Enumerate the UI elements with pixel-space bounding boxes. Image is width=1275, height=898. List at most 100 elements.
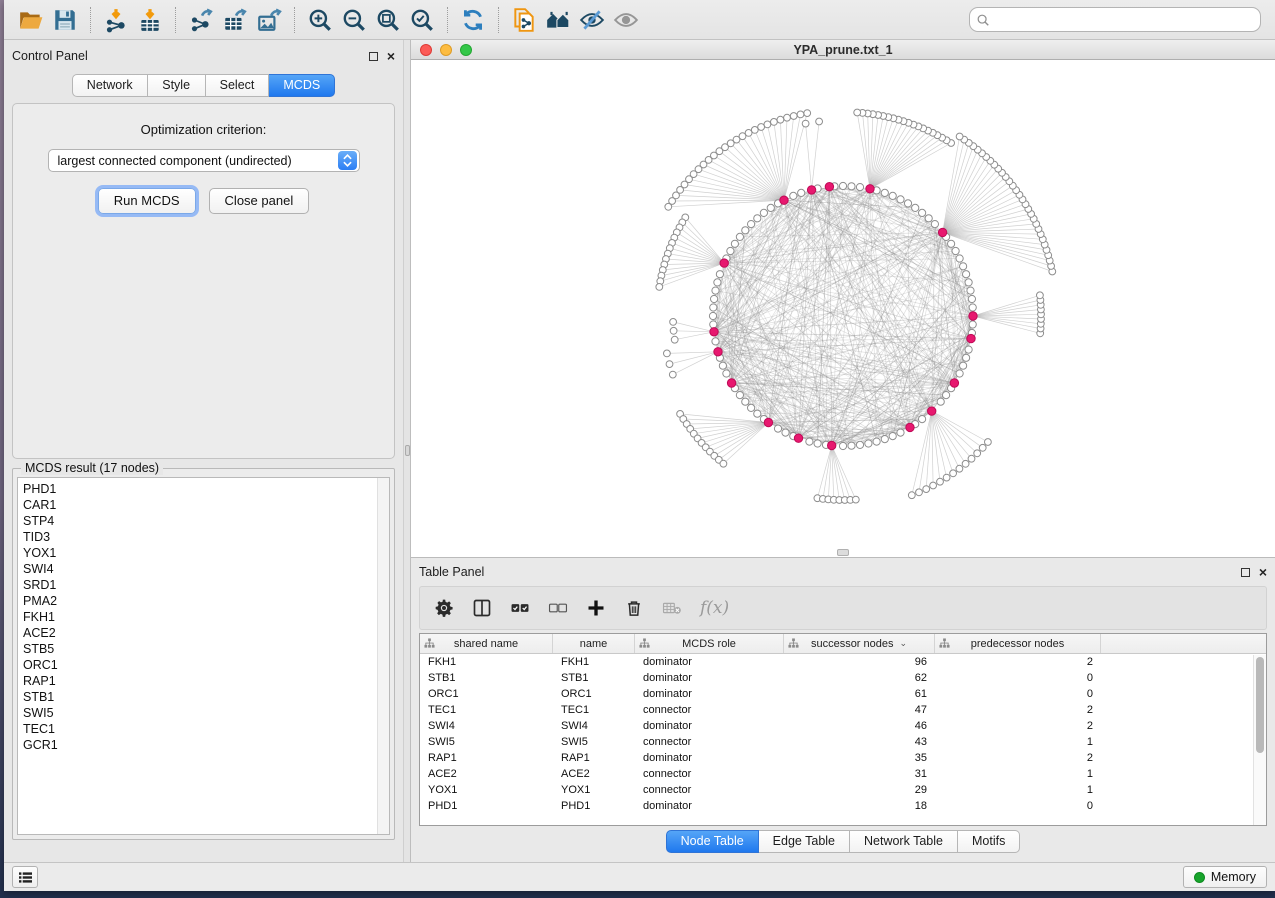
search-input[interactable] bbox=[994, 13, 1254, 27]
float-panel-icon[interactable] bbox=[369, 52, 378, 61]
table-row[interactable]: PHD1PHD1dominator180 bbox=[420, 798, 1266, 814]
table-tab-motifs[interactable]: Motifs bbox=[958, 830, 1020, 853]
result-list-item[interactable]: ACE2 bbox=[23, 625, 377, 641]
deselect-all-button[interactable] bbox=[548, 598, 568, 618]
add-column-button[interactable] bbox=[586, 598, 606, 618]
hide-selected-icon bbox=[579, 7, 605, 33]
column-header-successor-nodes[interactable]: successor nodes⌄ bbox=[784, 634, 935, 653]
tab-mcds[interactable]: MCDS bbox=[269, 74, 335, 97]
table-options-button[interactable] bbox=[434, 598, 454, 618]
column-header-mcds-role[interactable]: MCDS role bbox=[635, 634, 784, 653]
list-icon bbox=[18, 871, 33, 884]
close-panel-icon[interactable]: × bbox=[387, 51, 395, 61]
export-table-icon bbox=[222, 7, 248, 33]
import-network-button[interactable] bbox=[99, 4, 133, 36]
refresh-view-button[interactable] bbox=[456, 4, 490, 36]
vertical-splitter[interactable] bbox=[403, 40, 411, 862]
zoom-in-button[interactable] bbox=[303, 4, 337, 36]
column-label: name bbox=[580, 638, 608, 650]
function-builder-button[interactable]: f(x) bbox=[700, 598, 729, 618]
save-session-button[interactable] bbox=[48, 4, 82, 36]
table-scrollbar-thumb[interactable] bbox=[1256, 657, 1264, 753]
column-header-name[interactable]: name bbox=[553, 634, 635, 653]
export-image-button[interactable] bbox=[252, 4, 286, 36]
zoom-fit-button[interactable] bbox=[371, 4, 405, 36]
float-table-panel-icon[interactable] bbox=[1241, 568, 1250, 577]
result-list-item[interactable]: TID3 bbox=[23, 529, 377, 545]
table-row[interactable]: SWI5SWI5connector431 bbox=[420, 734, 1266, 750]
network-window-titlebar[interactable]: YPA_prune.txt_1 bbox=[411, 40, 1275, 60]
table-tab-node-table[interactable]: Node Table bbox=[666, 830, 759, 853]
cell-successor-nodes: 31 bbox=[784, 768, 935, 780]
optimization-criterion-select[interactable]: largest connected component (undirected) bbox=[48, 149, 360, 172]
zoom-out-icon bbox=[341, 7, 367, 33]
result-list-item[interactable]: ORC1 bbox=[23, 657, 377, 673]
memory-button[interactable]: Memory bbox=[1183, 866, 1267, 888]
import-table-button[interactable] bbox=[133, 4, 167, 36]
result-list-item[interactable]: CAR1 bbox=[23, 497, 377, 513]
table-row[interactable]: YOX1YOX1connector291 bbox=[420, 782, 1266, 798]
export-network-button[interactable] bbox=[184, 4, 218, 36]
splitter-grip[interactable] bbox=[405, 445, 410, 456]
delete-columns-button[interactable] bbox=[624, 598, 644, 618]
result-list-item[interactable]: SWI4 bbox=[23, 561, 377, 577]
show-all-button[interactable] bbox=[609, 4, 643, 36]
table-scrollbar[interactable] bbox=[1253, 655, 1266, 825]
table-tab-edge-table[interactable]: Edge Table bbox=[759, 830, 850, 853]
table-tab-network-table[interactable]: Network Table bbox=[850, 830, 958, 853]
tab-style[interactable]: Style bbox=[148, 74, 206, 97]
cell-successor-nodes: 62 bbox=[784, 672, 935, 684]
zoom-out-button[interactable] bbox=[337, 4, 371, 36]
export-table-button[interactable] bbox=[218, 4, 252, 36]
first-neighbors-button[interactable] bbox=[541, 4, 575, 36]
open-file-button[interactable] bbox=[14, 4, 48, 36]
result-list-item[interactable]: STP4 bbox=[23, 513, 377, 529]
result-list-item[interactable]: PHD1 bbox=[23, 481, 377, 497]
result-list-item[interactable]: SWI5 bbox=[23, 705, 377, 721]
close-table-panel-icon[interactable]: × bbox=[1259, 567, 1267, 577]
control-panel-title: Control Panel bbox=[12, 49, 369, 63]
table-toolbar: f(x) bbox=[419, 586, 1267, 630]
zoom-selected-icon bbox=[409, 7, 435, 33]
panel-list-button[interactable] bbox=[12, 866, 38, 888]
close-panel-button[interactable]: Close panel bbox=[209, 188, 310, 214]
table-row[interactable]: FKH1FKH1dominator962 bbox=[420, 654, 1266, 670]
select-all-button[interactable] bbox=[510, 598, 530, 618]
table-row[interactable]: RAP1RAP1dominator352 bbox=[420, 750, 1266, 766]
column-header-predecessor-nodes[interactable]: predecessor nodes bbox=[935, 634, 1101, 653]
cell-mcds-role: connector bbox=[635, 704, 784, 716]
table-row[interactable]: SWI4SWI4dominator462 bbox=[420, 718, 1266, 734]
select-stepper-icon bbox=[338, 151, 357, 170]
result-list-item[interactable]: FKH1 bbox=[23, 609, 377, 625]
new-network-from-selection-icon bbox=[511, 7, 537, 33]
tab-network[interactable]: Network bbox=[72, 74, 148, 97]
result-list-item[interactable]: GCR1 bbox=[23, 737, 377, 753]
table-row[interactable]: ACE2ACE2connector311 bbox=[420, 766, 1266, 782]
attribute-tree-icon bbox=[788, 638, 799, 649]
result-list-item[interactable]: PMA2 bbox=[23, 593, 377, 609]
save-icon bbox=[52, 7, 78, 33]
tab-select[interactable]: Select bbox=[206, 74, 270, 97]
result-list-item[interactable]: TEC1 bbox=[23, 721, 377, 737]
result-list-item[interactable]: RAP1 bbox=[23, 673, 377, 689]
mcds-result-list[interactable]: PHD1CAR1STP4TID3YOX1SWI4SRD1PMA2FKH1ACE2… bbox=[17, 477, 390, 835]
hide-selected-button[interactable] bbox=[575, 4, 609, 36]
show-columns-button[interactable] bbox=[472, 598, 492, 618]
network-canvas[interactable] bbox=[411, 60, 1275, 557]
horizontal-splitter-grip[interactable] bbox=[837, 549, 849, 556]
delete-table-button[interactable] bbox=[662, 598, 682, 618]
cell-predecessor-nodes: 2 bbox=[935, 752, 1101, 764]
result-list-item[interactable]: YOX1 bbox=[23, 545, 377, 561]
new-network-from-selection-button[interactable] bbox=[507, 4, 541, 36]
table-row[interactable]: ORC1ORC1dominator610 bbox=[420, 686, 1266, 702]
result-list-item[interactable]: STB1 bbox=[23, 689, 377, 705]
table-row[interactable]: TEC1TEC1connector472 bbox=[420, 702, 1266, 718]
cell-successor-nodes: 35 bbox=[784, 752, 935, 764]
zoom-selected-button[interactable] bbox=[405, 4, 439, 36]
result-list-item[interactable]: STB5 bbox=[23, 641, 377, 657]
result-list-item[interactable]: SRD1 bbox=[23, 577, 377, 593]
table-row[interactable]: STB1STB1dominator620 bbox=[420, 670, 1266, 686]
column-header-shared-name[interactable]: shared name bbox=[420, 634, 553, 653]
run-mcds-button[interactable]: Run MCDS bbox=[98, 188, 196, 214]
result-list-scrollbar[interactable] bbox=[377, 478, 389, 834]
